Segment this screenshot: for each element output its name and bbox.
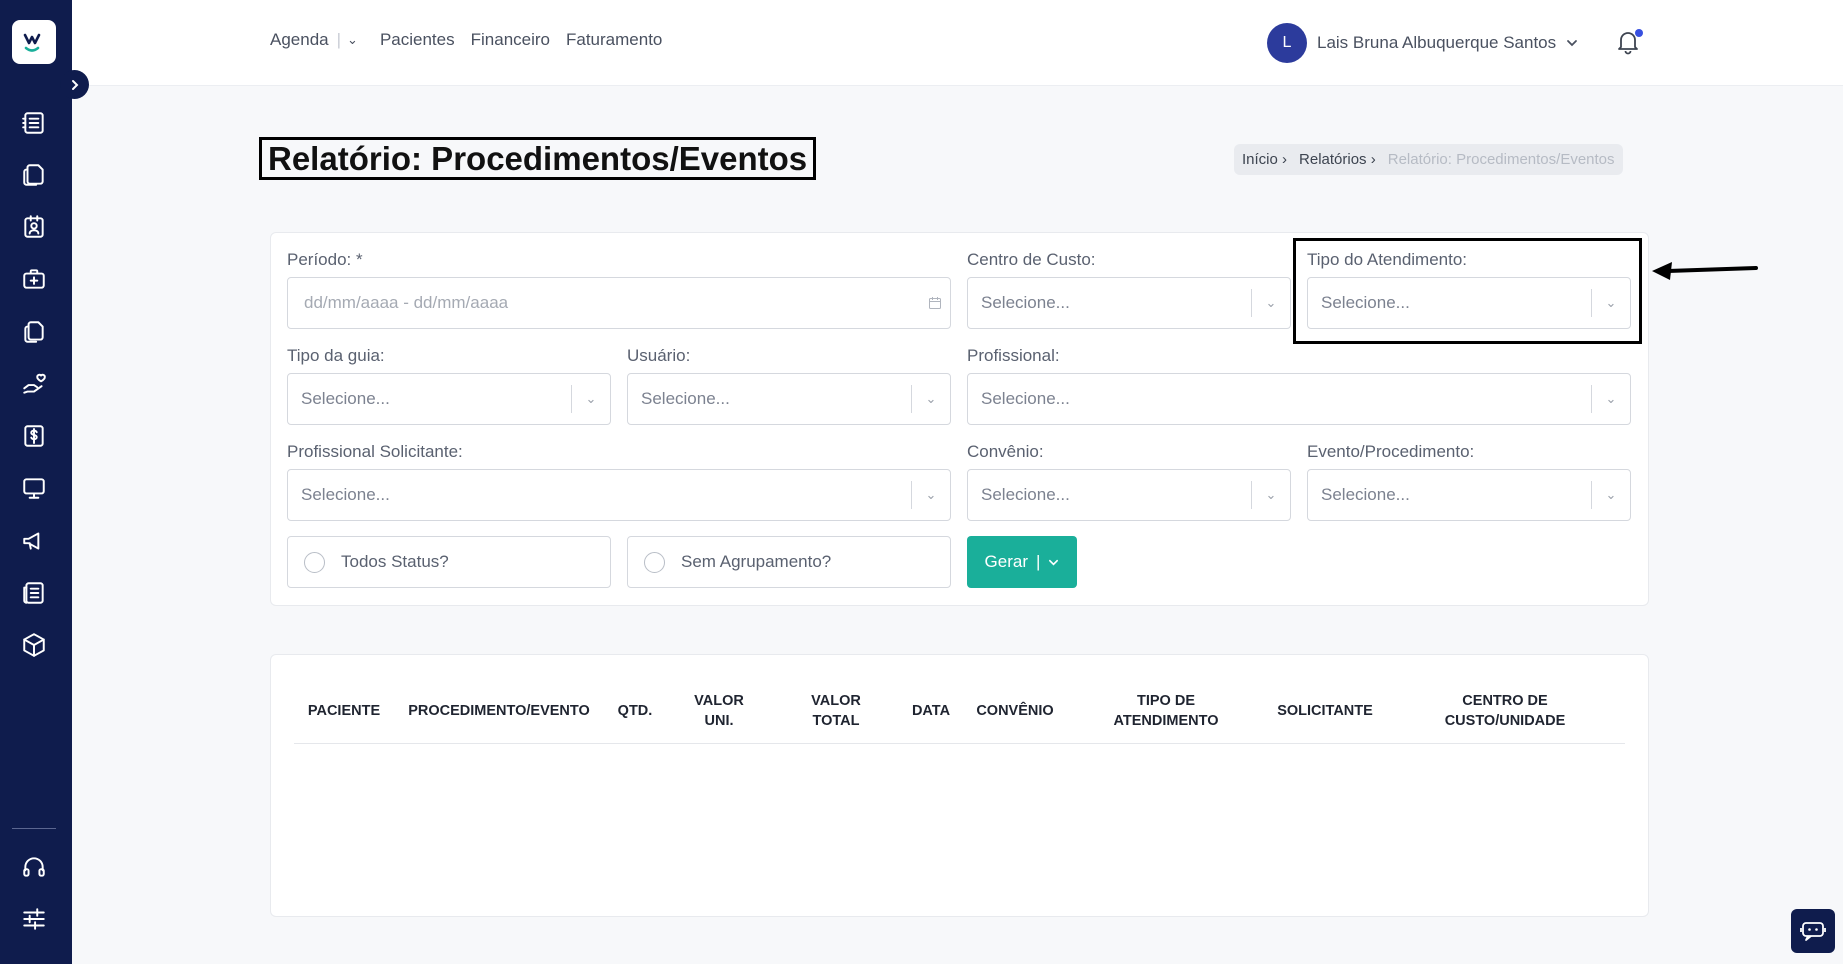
top-bar: Agenda | ⌄ Pacientes Financeiro Faturame… (72, 0, 1843, 86)
notifications-bell-icon[interactable] (1617, 29, 1643, 57)
chevron-down-icon: ⌄ (1605, 391, 1617, 406)
chevron-down-icon (1567, 40, 1578, 47)
evento-procedimento-select[interactable]: Selecione... ⌄ (1307, 469, 1631, 521)
megaphone-icon[interactable] (18, 525, 50, 557)
evento-label: Evento/Procedimento: (1307, 442, 1475, 461)
chevron-down-icon: ⌄ (1605, 487, 1617, 502)
tipo-atendimento-highlight (1293, 238, 1642, 344)
usuario-label: Usuário: (627, 346, 691, 365)
breadcrumb-home[interactable]: Início › (1242, 151, 1287, 168)
chevron-right-icon (71, 79, 78, 90)
col-qtd[interactable]: QTD. (611, 701, 659, 721)
nav-agenda[interactable]: Agenda (270, 30, 329, 50)
breadcrumb-reports[interactable]: Relatórios › (1299, 151, 1376, 168)
convenio-select[interactable]: Selecione... ⌄ (967, 469, 1291, 521)
centro-custo-select[interactable]: Selecione... ⌄ (967, 277, 1291, 329)
checkbox-circle[interactable] (644, 551, 665, 573)
sliders-icon[interactable] (18, 903, 50, 935)
invoice-dollar-icon[interactable] (18, 420, 50, 452)
page-title-highlight: Relatório: Procedimentos/Eventos (259, 137, 817, 180)
arrow-left-icon (1652, 262, 1758, 280)
chevron-down-icon: ⌄ (1265, 487, 1277, 502)
hand-heart-icon[interactable] (18, 368, 50, 400)
nav-pacientes[interactable]: Pacientes (380, 30, 455, 50)
nav-faturamento[interactable]: Faturamento (566, 30, 662, 50)
col-valor-uni[interactable]: VALOR UNI. (685, 691, 753, 731)
prof-solicitante-label: Profissional Solicitante: (287, 442, 463, 461)
checkbox-circle[interactable] (304, 551, 325, 573)
chat-bot-icon (1800, 922, 1826, 941)
cube-icon[interactable] (18, 629, 50, 661)
centro-custo-label: Centro de Custo: (967, 250, 1096, 269)
notebook-icon[interactable] (18, 107, 50, 139)
col-data[interactable]: DATA (902, 701, 960, 721)
chevron-down-icon: ⌄ (1265, 295, 1277, 310)
usuario-select[interactable]: Selecione... ⌄ (627, 373, 951, 425)
convenio-label: Convênio: (967, 442, 1044, 461)
chevron-down-icon: ⌄ (925, 487, 937, 502)
file-copy-icon[interactable] (18, 316, 50, 348)
tipo-guia-select[interactable]: Selecione... ⌄ (287, 373, 611, 425)
monitor-icon[interactable] (18, 472, 50, 504)
chevron-down-icon (1049, 559, 1059, 566)
headset-icon[interactable] (18, 851, 50, 883)
notification-dot (1635, 29, 1643, 37)
profissional-select[interactable]: Selecione... ⌄ (967, 373, 1631, 425)
col-tipo-atendimento[interactable]: TIPO DE ATENDIMENTO (1101, 691, 1231, 731)
prof-solicitante-select[interactable]: Selecione... ⌄ (287, 469, 951, 521)
col-procedimento[interactable]: PROCEDIMENTO/EVENTO (402, 701, 596, 721)
col-valor-total[interactable]: VALOR TOTAL (801, 691, 871, 731)
nav-separator: | (336, 30, 342, 49)
table-header-divider (294, 743, 1625, 744)
breadcrumb-current: Relatório: Procedimentos/Eventos (1387, 151, 1615, 168)
avatar: L (1267, 23, 1307, 63)
top-navigation: Agenda | ⌄ Pacientes Financeiro Faturame… (270, 30, 678, 50)
app-logo[interactable] (12, 20, 56, 64)
documents-icon[interactable] (18, 159, 50, 191)
agenda-dropdown-chevron-icon[interactable]: ⌄ (347, 32, 358, 48)
chevron-down-icon: ⌄ (585, 391, 597, 406)
medical-bag-icon[interactable] (18, 263, 50, 295)
profissional-label: Profissional: (967, 346, 1060, 365)
sidebar-expand-button[interactable] (60, 70, 89, 99)
col-paciente[interactable]: PACIENTE (299, 701, 389, 721)
periodo-date-range-input[interactable]: dd/mm/aaaa - dd/mm/aaaa (287, 277, 951, 329)
chevron-down-icon: ⌄ (925, 391, 937, 406)
todos-status-checkbox[interactable]: Todos Status? (287, 536, 611, 588)
sidebar (0, 0, 72, 964)
sem-agrupamento-checkbox[interactable]: Sem Agrupamento? (627, 536, 951, 588)
periodo-label: Período: * (287, 250, 363, 269)
id-badge-icon[interactable] (18, 211, 50, 243)
user-name: Lais Bruna Albuquerque Santos (1317, 33, 1557, 52)
breadcrumb: Início › Relatórios › Relatório: Procedi… (1234, 144, 1623, 175)
newspaper-icon[interactable] (18, 577, 50, 609)
col-centro-custo[interactable]: CENTRO DE CUSTO/UNIDADE (1430, 691, 1580, 731)
calendar-icon (920, 296, 950, 310)
page-title: Relatório: Procedimentos/Eventos (268, 139, 808, 177)
gerar-button[interactable]: Gerar | (967, 536, 1077, 588)
col-solicitante[interactable]: SOLICITANTE (1270, 701, 1380, 721)
tipo-guia-label: Tipo da guia: (287, 346, 385, 365)
nav-financeiro[interactable]: Financeiro (471, 30, 550, 50)
user-menu[interactable]: L Lais Bruna Albuquerque Santos (1267, 23, 1578, 63)
chat-support-button[interactable] (1791, 909, 1835, 953)
sidebar-divider (12, 828, 56, 829)
col-convenio[interactable]: CONVÊNIO (970, 701, 1060, 721)
